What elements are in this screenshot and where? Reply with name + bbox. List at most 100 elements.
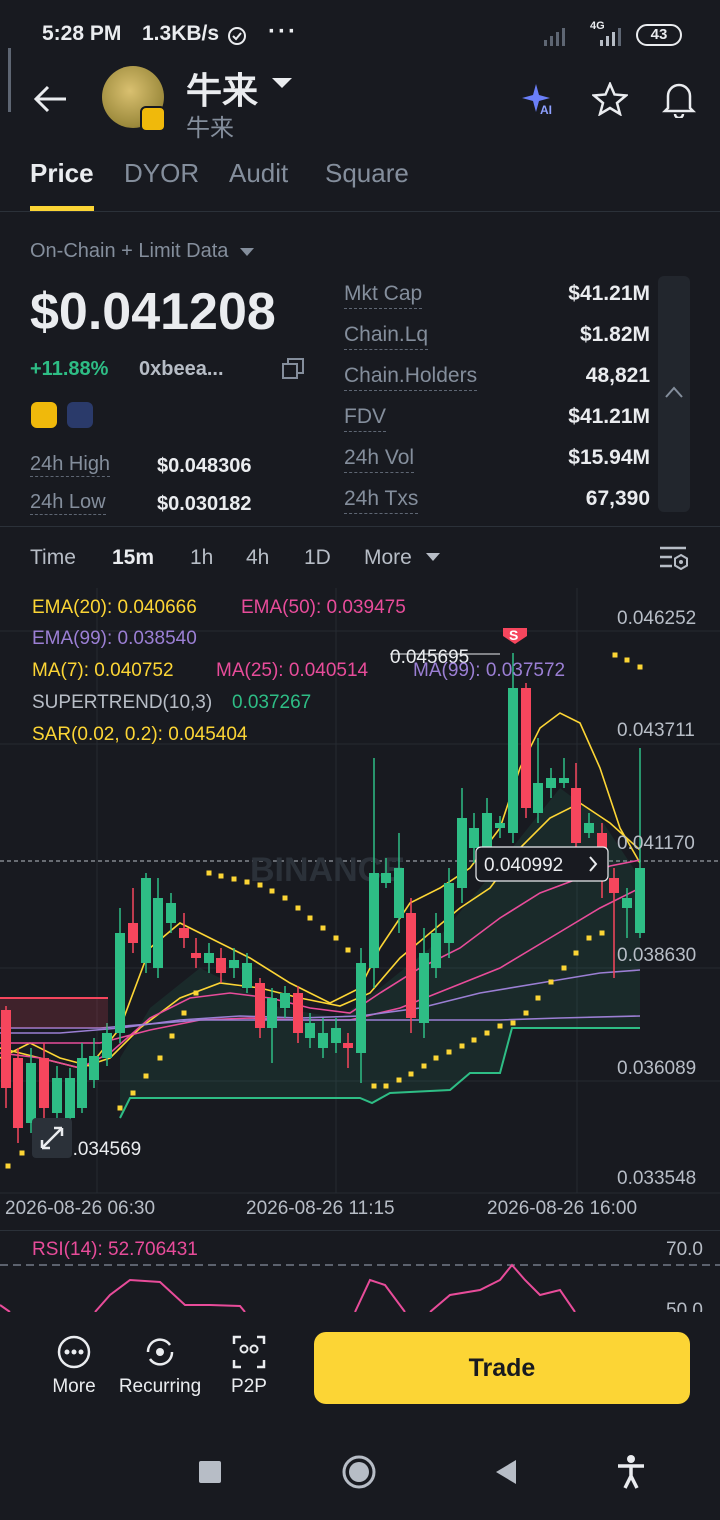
candle-body xyxy=(293,993,303,1033)
candle-body xyxy=(255,983,265,1028)
time-axis-label: 2026-08-26 11:15 xyxy=(246,1198,395,1219)
divider xyxy=(0,1230,720,1231)
sar-dot xyxy=(459,1043,465,1049)
sar-dot xyxy=(282,895,288,901)
high-value: $0.048306 xyxy=(157,455,252,477)
sar-dot xyxy=(19,1150,25,1156)
copy-icon[interactable] xyxy=(282,358,304,380)
sar-dot xyxy=(548,979,554,985)
data-source-select[interactable]: On-Chain + Limit Data xyxy=(30,240,254,263)
candle-body xyxy=(521,688,531,808)
candle-body xyxy=(571,788,581,843)
sar-dot xyxy=(497,1023,503,1029)
home-icon[interactable] xyxy=(341,1454,377,1490)
sar-dot xyxy=(471,1037,477,1043)
sar-dot xyxy=(599,930,605,936)
sar-dot xyxy=(573,950,579,956)
indicator-ema20[interactable]: EMA(20): 0.040666 xyxy=(32,597,197,619)
candle-body xyxy=(242,963,252,988)
indicator-ema50[interactable]: EMA(50): 0.039475 xyxy=(241,597,406,619)
chevron-up-icon xyxy=(665,386,683,398)
indicator-supertrend[interactable]: SUPERTREND(10,3) xyxy=(32,692,212,714)
candle-body xyxy=(26,1063,36,1123)
candle-body xyxy=(559,778,569,783)
interval-1d[interactable]: 1D xyxy=(304,546,331,570)
p2p-button[interactable]: P2P xyxy=(199,1334,299,1398)
candle-body xyxy=(305,1023,315,1038)
tab-dyor[interactable]: DYOR xyxy=(124,158,199,189)
indicator-ema99[interactable]: EMA(99): 0.038540 xyxy=(32,628,197,650)
sar-dot xyxy=(421,1063,427,1069)
sar-dot xyxy=(523,1010,529,1016)
recents-icon[interactable] xyxy=(199,1461,221,1483)
candle-body xyxy=(65,1078,75,1118)
chart-settings-icon[interactable] xyxy=(658,544,690,570)
candle-body xyxy=(356,963,366,1053)
interval-15m[interactable]: 15m xyxy=(112,546,154,570)
sar-dot xyxy=(218,873,224,879)
sar-dot xyxy=(510,1020,516,1026)
price-axis-label: 0.038630 xyxy=(617,945,697,966)
chart-watermark: BINANCE xyxy=(250,851,405,889)
accessibility-icon[interactable] xyxy=(616,1454,646,1490)
stat-label: Mkt Cap xyxy=(344,282,423,309)
current-price: $0.041208 xyxy=(30,283,276,341)
stats-collapse-button[interactable] xyxy=(658,276,690,512)
sar-dot xyxy=(269,888,275,894)
candle-body xyxy=(369,873,379,968)
ai-sparkle-icon[interactable]: AI xyxy=(520,82,558,118)
back-arrow-icon[interactable] xyxy=(32,84,68,114)
sar-dot xyxy=(169,1033,175,1039)
more-button[interactable]: More xyxy=(24,1334,124,1398)
back-icon[interactable] xyxy=(494,1459,518,1485)
sar-dot xyxy=(561,965,567,971)
candle-body xyxy=(166,903,176,923)
time-axis-label: 2026-08-26 16:00 xyxy=(487,1198,638,1219)
high-label: 24h High xyxy=(30,453,111,477)
tab-price[interactable]: Price xyxy=(30,158,94,189)
candle-body xyxy=(444,883,454,943)
more-circle-icon xyxy=(57,1335,91,1369)
stat-value: $41.21M xyxy=(568,405,650,428)
candle-body xyxy=(39,1058,49,1108)
svg-text:AI: AI xyxy=(540,103,552,117)
sar-dot xyxy=(295,905,301,911)
price-axis-label: 0.033548 xyxy=(617,1168,697,1189)
tab-square[interactable]: Square xyxy=(325,158,409,189)
indicator-ma25[interactable]: MA(25): 0.040514 xyxy=(216,660,368,682)
price-axis-label: 0.046252 xyxy=(617,608,697,629)
sar-dot xyxy=(157,1055,163,1061)
sar-dot xyxy=(117,1105,123,1111)
sar-dot xyxy=(333,935,339,941)
candle-body xyxy=(229,960,239,968)
p2p-icon xyxy=(232,1335,266,1369)
tab-audit[interactable]: Audit xyxy=(229,158,288,189)
chevron-down-icon[interactable] xyxy=(272,76,292,90)
indicator-ma7[interactable]: MA(7): 0.040752 xyxy=(32,660,174,682)
star-icon[interactable] xyxy=(592,82,628,116)
sar-dot xyxy=(446,1049,452,1055)
stat-label: Chain.Lq xyxy=(344,323,429,350)
bell-icon[interactable] xyxy=(662,80,696,118)
trade-button[interactable]: Trade xyxy=(314,1332,690,1404)
indicator-sar[interactable]: SAR(0.02, 0.2): 0.045404 xyxy=(32,724,247,746)
candle-body xyxy=(52,1078,62,1113)
indicator-ma99[interactable]: MA(99): 0.037572 xyxy=(413,660,565,682)
candle-body xyxy=(495,823,505,828)
interval-1h[interactable]: 1h xyxy=(190,546,213,570)
recurring-button[interactable]: Recurring xyxy=(110,1334,210,1398)
more-label: More xyxy=(52,1376,96,1397)
current-price-label: 0.040992 xyxy=(484,855,563,876)
token-name[interactable]: 牛来 xyxy=(186,62,258,114)
interval-more[interactable]: More xyxy=(364,546,412,570)
low-marker: 0.034569 xyxy=(62,1139,141,1160)
stat-value: 48,821 xyxy=(585,364,650,387)
interval-time[interactable]: Time xyxy=(30,546,76,570)
interval-4h[interactable]: 4h xyxy=(246,546,269,570)
stat-value: $15.94M xyxy=(568,446,650,469)
candle-body xyxy=(381,873,391,883)
battery-icon: 43 xyxy=(636,24,682,46)
sar-dot xyxy=(535,995,541,1001)
sar-dot xyxy=(612,652,618,658)
sar-dot xyxy=(345,947,351,953)
